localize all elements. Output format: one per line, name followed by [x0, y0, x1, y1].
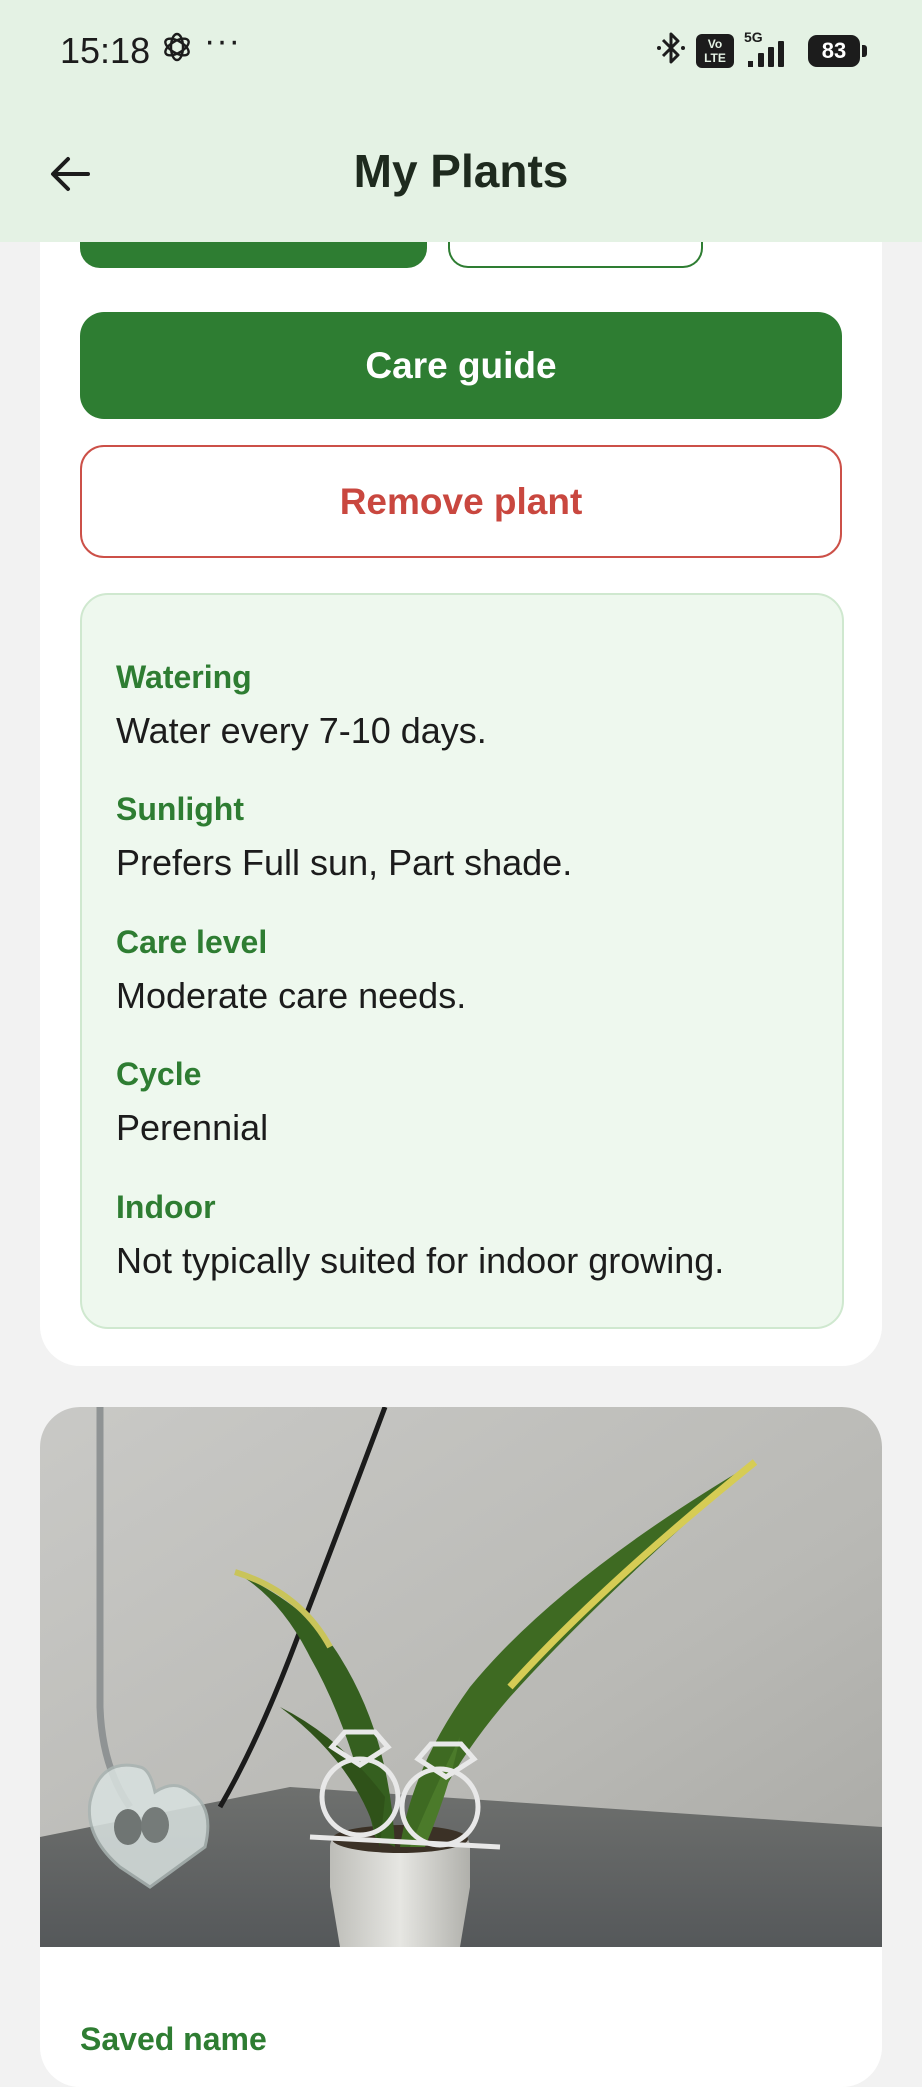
care-info-panel: Watering Water every 7-10 days. Sunlight…	[80, 593, 844, 1329]
status-bar: 15:18 ··· Vo LTE 5G 83	[0, 0, 922, 100]
signal-5g-icon: 5G	[744, 29, 798, 69]
assistant-app-icon	[160, 30, 194, 69]
care-info-label: Sunlight	[116, 791, 244, 827]
battery-indicator: 83	[808, 34, 867, 67]
volte-badge: Vo LTE	[696, 33, 734, 68]
care-info-label: Indoor	[116, 1189, 216, 1225]
care-info-indoor: Indoor Not typically suited for indoor g…	[116, 1189, 724, 1282]
status-time: 15:18	[60, 30, 151, 71]
recents-nav-button[interactable]	[244, 1966, 282, 2011]
care-info-value: Perennial	[116, 1107, 269, 1148]
more-notifications-icon: ···	[204, 22, 241, 60]
back-nav-button[interactable]	[632, 1966, 672, 2011]
app-bar: My Plants	[0, 100, 922, 242]
care-info-label: Watering	[116, 659, 252, 695]
care-info-label: Care level	[116, 924, 268, 960]
care-info-value: Water every 7-10 days.	[116, 710, 487, 751]
care-info-value: Prefers Full sun, Part shade.	[116, 842, 573, 883]
saved-name-label: Saved name	[80, 2021, 267, 2057]
care-info-value: Moderate care needs.	[116, 975, 467, 1016]
care-info-label: Cycle	[116, 1056, 202, 1092]
status-indicators: Vo LTE 5G 83	[656, 29, 867, 71]
plant-photo	[40, 1407, 882, 1947]
home-nav-button[interactable]	[432, 1965, 484, 2023]
care-info-value: Not typically suited for indoor growing.	[116, 1240, 725, 1281]
care-guide-button[interactable]: Care guide	[80, 312, 842, 419]
bluetooth-icon	[656, 30, 686, 71]
care-info-sunlight: Sunlight Prefers Full sun, Part shade.	[116, 791, 572, 884]
page-title: My Plants	[353, 145, 569, 197]
care-info-watering: Watering Water every 7-10 days.	[116, 659, 487, 752]
care-info-care-level: Care level Moderate care needs.	[116, 924, 466, 1017]
care-info-cycle: Cycle Perennial	[116, 1056, 268, 1149]
remove-plant-button[interactable]: Remove plant	[80, 445, 842, 558]
